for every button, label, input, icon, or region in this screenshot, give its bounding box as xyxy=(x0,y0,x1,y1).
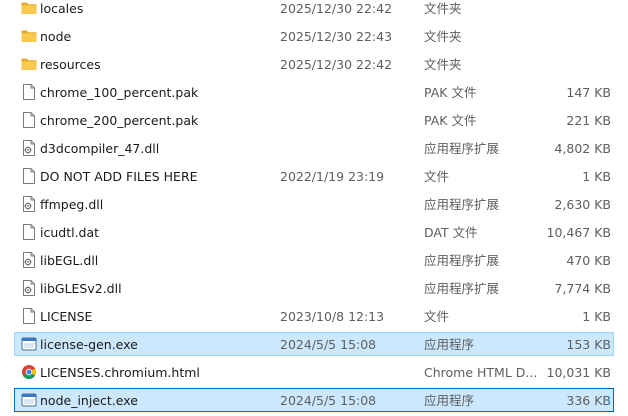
file-date-modified: 2023/10/8 12:13 xyxy=(280,309,385,324)
file-date-modified: 2024/5/5 15:08 xyxy=(280,393,377,408)
file-row-libglesv2-dll[interactable]: libGLESv2.dll 应用程序扩展 7,774 KB xyxy=(14,276,614,300)
file-type: 文件夹 xyxy=(424,57,462,72)
file-type: 应用程序扩展 xyxy=(424,141,500,156)
file-icon xyxy=(20,223,38,241)
file-type: 应用程序扩展 xyxy=(424,197,500,212)
file-type: 应用程序扩展 xyxy=(424,253,500,268)
folder-icon xyxy=(20,0,38,17)
file-name[interactable]: license-gen.exe xyxy=(40,337,270,353)
file-size: 147 KB xyxy=(566,85,611,100)
file-size: 1 KB xyxy=(582,309,611,324)
file-type: PAK 文件 xyxy=(424,113,477,128)
file-size: 1 KB xyxy=(582,169,611,184)
file-row-locales[interactable]: locales 2025/12/30 22:42 文件夹 xyxy=(14,0,614,20)
file-list: locales 2025/12/30 22:42 文件夹 node 2025/12/30… xyxy=(0,0,628,416)
file-type: 文件 xyxy=(424,169,450,184)
file-size: 10,031 KB xyxy=(546,365,611,380)
file-size: 10,467 KB xyxy=(546,225,611,240)
file-row-libegl-dll[interactable]: libEGL.dll 应用程序扩展 470 KB xyxy=(14,248,614,272)
file-name[interactable]: ffmpeg.dll xyxy=(40,197,270,213)
file-row-license-gen-exe[interactable]: license-gen.exe 2024/5/5 15:08 应用程序 153 KB xyxy=(14,332,614,356)
file-type: 文件夹 xyxy=(424,29,462,44)
file-row-icudtl-dat[interactable]: icudtl.dat DAT 文件 10,467 KB xyxy=(14,220,614,244)
file-name[interactable]: resources xyxy=(40,57,270,73)
file-icon xyxy=(20,83,38,101)
file-row-chrome-200-percent-pak[interactable]: chrome_200_percent.pak PAK 文件 221 KB xyxy=(14,108,614,132)
file-type: 应用程序 xyxy=(424,337,475,352)
file-row-licenses-chromium-html[interactable]: LICENSES.chromium.html Chrome HTML D... 10… xyxy=(14,360,614,384)
file-icon xyxy=(20,167,38,185)
file-name[interactable]: LICENSES.chromium.html xyxy=(40,365,270,381)
file-name[interactable]: chrome_100_percent.pak xyxy=(40,85,270,101)
file-date-modified: 2025/12/30 22:42 xyxy=(280,1,393,16)
file-date-modified: 2025/12/30 22:42 xyxy=(280,57,393,72)
file-row-ffmpeg-dll[interactable]: ffmpeg.dll 应用程序扩展 2,630 KB xyxy=(14,192,614,216)
dll-file-icon xyxy=(20,139,38,157)
file-date-modified: 2024/5/5 15:08 xyxy=(280,337,377,352)
file-date-modified: 2022/1/19 23:19 xyxy=(280,169,385,184)
exe-file-icon xyxy=(20,391,38,409)
file-name[interactable]: DO NOT ADD FILES HERE xyxy=(40,169,270,185)
file-row-resources[interactable]: resources 2025/12/30 22:42 文件夹 xyxy=(14,52,614,76)
chrome-html-icon xyxy=(20,363,38,381)
file-name[interactable]: libEGL.dll xyxy=(40,253,270,269)
file-icon xyxy=(20,307,38,325)
file-type: PAK 文件 xyxy=(424,85,477,100)
dll-file-icon xyxy=(20,251,38,269)
file-date-modified: 2025/12/30 22:43 xyxy=(280,29,393,44)
folder-icon xyxy=(20,55,38,73)
file-row-do-not-add-files-here[interactable]: DO NOT ADD FILES HERE 2022/1/19 23:19 文件 1 … xyxy=(14,164,614,188)
file-size: 336 KB xyxy=(566,393,611,408)
file-size: 470 KB xyxy=(566,253,611,268)
file-name[interactable]: node xyxy=(40,29,270,45)
file-row-node-inject-exe[interactable]: node_inject.exe 2024/5/5 15:08 应用程序 336 KB xyxy=(14,388,614,412)
file-size: 7,774 KB xyxy=(554,281,611,296)
file-name[interactable]: node_inject.exe xyxy=(40,393,270,409)
file-size: 2,630 KB xyxy=(554,197,611,212)
file-type: Chrome HTML D... xyxy=(424,365,538,380)
file-type: 应用程序扩展 xyxy=(424,281,500,296)
file-row-chrome-100-percent-pak[interactable]: chrome_100_percent.pak PAK 文件 147 KB xyxy=(14,80,614,104)
folder-icon xyxy=(20,27,38,45)
file-name[interactable]: chrome_200_percent.pak xyxy=(40,113,270,129)
file-type: 应用程序 xyxy=(424,393,475,408)
file-size: 4,802 KB xyxy=(554,141,611,156)
file-name[interactable]: d3dcompiler_47.dll xyxy=(40,141,270,157)
exe-file-icon xyxy=(20,335,38,353)
file-name[interactable]: locales xyxy=(40,1,270,17)
file-size: 153 KB xyxy=(566,337,611,352)
file-name[interactable]: icudtl.dat xyxy=(40,225,270,241)
file-size: 221 KB xyxy=(566,113,611,128)
file-name[interactable]: LICENSE xyxy=(40,309,270,325)
file-type: DAT 文件 xyxy=(424,225,478,240)
file-row-node[interactable]: node 2025/12/30 22:43 文件夹 xyxy=(14,24,614,48)
dll-file-icon xyxy=(20,195,38,213)
file-icon xyxy=(20,111,38,129)
file-type: 文件 xyxy=(424,309,450,324)
file-name[interactable]: libGLESv2.dll xyxy=(40,281,270,297)
file-row-d3dcompiler-47-dll[interactable]: d3dcompiler_47.dll 应用程序扩展 4,802 KB xyxy=(14,136,614,160)
dll-file-icon xyxy=(20,279,38,297)
file-type: 文件夹 xyxy=(424,1,462,16)
file-row-license[interactable]: LICENSE 2023/10/8 12:13 文件 1 KB xyxy=(14,304,614,328)
